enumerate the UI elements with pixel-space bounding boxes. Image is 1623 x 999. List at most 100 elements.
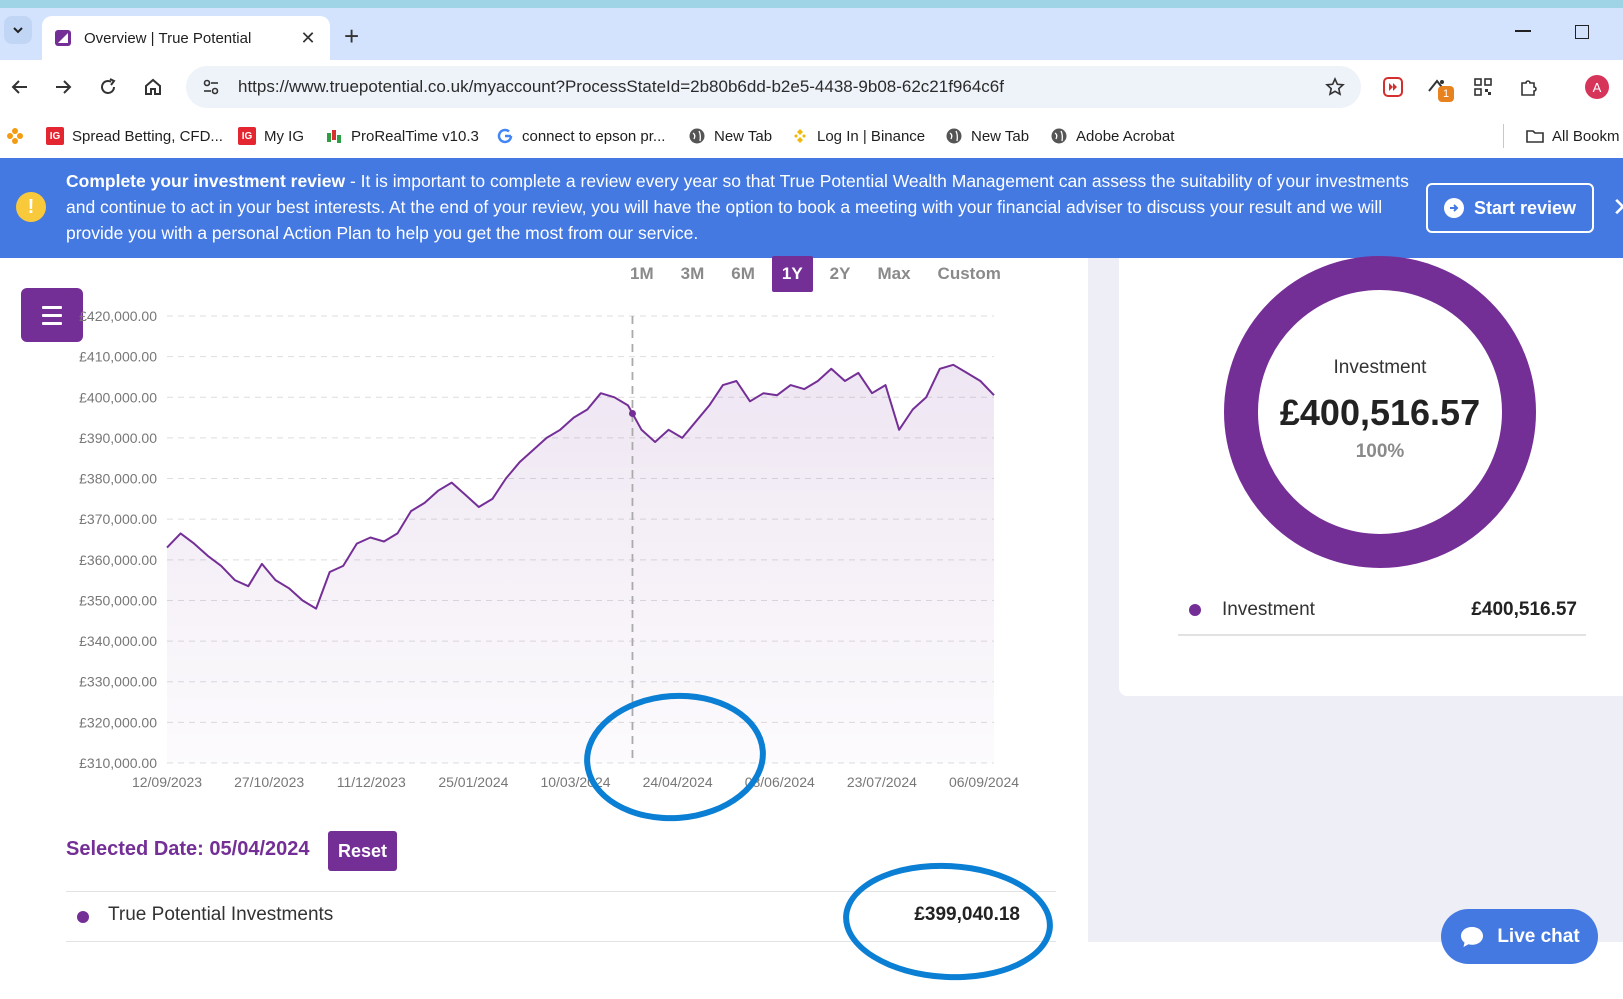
- x-tick-label: 27/10/2023: [234, 774, 304, 790]
- y-tick-label: £380,000.00: [79, 471, 157, 487]
- range-button-3m[interactable]: 3M: [671, 256, 715, 292]
- tab-search-button[interactable]: [4, 16, 32, 44]
- chevron-down-icon: [13, 27, 23, 34]
- portfolio-value-chart[interactable]: £420,000.00 £410,000.00 £400,000.00 £390,00…: [0, 296, 1088, 796]
- tab-bar: Overview | True Potential ✕ +: [0, 8, 1623, 60]
- true-potential-favicon: [55, 30, 71, 46]
- selected-date-label: Selected Date: 05/04/2024: [66, 838, 310, 860]
- y-tick-label: £420,000.00: [79, 308, 157, 324]
- series-name: True Potential Investments: [108, 904, 334, 925]
- flower-icon: [7, 128, 23, 144]
- close-tab-icon[interactable]: ✕: [298, 28, 318, 49]
- bookmark-star-icon[interactable]: [1325, 77, 1345, 97]
- bookmark-label: My IG: [264, 127, 304, 145]
- x-tick-label: 25/01/2024: [438, 774, 508, 790]
- range-button-6m[interactable]: 6M: [721, 256, 765, 292]
- bookmark-new-tab-2[interactable]: New Tab: [945, 125, 1029, 147]
- bookmark-label: Spread Betting, CFD...: [72, 127, 223, 145]
- y-tick-label: £410,000.00: [79, 349, 157, 365]
- warning-icon: !: [16, 192, 46, 222]
- ig-icon: IG: [238, 127, 256, 145]
- live-chat-label: Live chat: [1497, 925, 1580, 947]
- bookmarks-separator: [1503, 124, 1504, 148]
- globe-icon: [946, 128, 962, 144]
- profile-initial: A: [1585, 75, 1609, 99]
- time-range-selector: 1M 3M 6M 1Y 2Y Max Custom: [620, 256, 1018, 292]
- qr-code-icon[interactable]: [1470, 74, 1496, 100]
- legend-value: £400,516.57: [1471, 599, 1577, 620]
- bookmark-spread-betting[interactable]: IG Spread Betting, CFD...: [46, 125, 223, 147]
- donut-label: Investment: [1333, 357, 1427, 378]
- folder-icon: [1526, 130, 1544, 143]
- banner-message: Complete your investment review - It is …: [66, 168, 1416, 246]
- bookmark-prorealtime[interactable]: ProRealTime v10.3: [325, 125, 479, 147]
- reset-button[interactable]: Reset: [328, 831, 397, 871]
- legend-divider: [1178, 634, 1586, 636]
- bookmark-my-ig[interactable]: IG My IG: [238, 125, 304, 147]
- profile-avatar[interactable]: A: [1584, 74, 1610, 100]
- bookmark-adobe-acrobat[interactable]: Adobe Acrobat: [1050, 125, 1174, 147]
- legend-color-dot: [1189, 604, 1201, 616]
- bookmarks-bar: IG Spread Betting, CFD... IG My IG ProRe…: [0, 114, 1623, 158]
- bookmark-apps[interactable]: [6, 125, 32, 147]
- investment-review-banner: ! Complete your investment review - It i…: [0, 158, 1623, 258]
- active-tab[interactable]: Overview | True Potential ✕: [42, 16, 330, 60]
- range-button-1y[interactable]: 1Y: [771, 256, 813, 292]
- minimize-icon[interactable]: [1515, 30, 1531, 32]
- start-review-button[interactable]: Start review: [1426, 183, 1594, 233]
- media-extension-icon[interactable]: [1380, 74, 1406, 100]
- candlestick-icon: [327, 130, 341, 143]
- tab-title: Overview | True Potential: [84, 29, 252, 47]
- url-text: https://www.truepotential.co.uk/myaccoun…: [238, 77, 1004, 96]
- x-tick-label: 06/09/2024: [949, 774, 1019, 790]
- google-icon: [497, 128, 513, 144]
- ig-icon: IG: [46, 127, 64, 145]
- selected-point-marker[interactable]: [628, 410, 636, 418]
- x-tick-label: 23/07/2024: [847, 774, 917, 790]
- y-tick-label: £350,000.00: [79, 592, 157, 608]
- bookmark-new-tab-1[interactable]: New Tab: [688, 125, 772, 147]
- globe-icon: [1051, 128, 1067, 144]
- range-button-max[interactable]: Max: [867, 256, 920, 292]
- address-bar[interactable]: https://www.truepotential.co.uk/myaccoun…: [186, 66, 1361, 108]
- extension-with-badge-icon[interactable]: 1: [1424, 74, 1454, 102]
- new-tab-button[interactable]: +: [344, 22, 359, 50]
- x-tick-label: 11/12/2023: [337, 774, 406, 790]
- bookmark-label: Adobe Acrobat: [1076, 127, 1175, 145]
- y-tick-label: £310,000.00: [79, 755, 157, 771]
- extensions-puzzle-icon[interactable]: [1516, 74, 1542, 100]
- bookmark-label: connect to epson pr...: [522, 127, 666, 145]
- bookmark-epson[interactable]: connect to epson pr...: [496, 125, 665, 147]
- browser-toolbar: https://www.truepotential.co.uk/myaccoun…: [0, 60, 1623, 114]
- binance-icon: [794, 129, 806, 143]
- y-tick-label: £370,000.00: [79, 511, 157, 527]
- all-bookmarks[interactable]: All Bookm: [1526, 125, 1620, 147]
- arrow-right-icon: [1443, 198, 1464, 218]
- series-area: [167, 364, 994, 763]
- donut-value: £400,516.57: [1279, 392, 1481, 433]
- series-color-dot: [77, 911, 89, 923]
- y-tick-label: £360,000.00: [79, 552, 157, 568]
- y-tick-label: £400,000.00: [79, 389, 157, 405]
- home-icon[interactable]: [141, 75, 165, 99]
- range-button-custom[interactable]: Custom: [928, 256, 1011, 292]
- bookmark-binance[interactable]: Log In | Binance: [791, 125, 925, 147]
- reload-icon[interactable]: [96, 75, 120, 99]
- extension-badge: 1: [1438, 86, 1454, 102]
- banner-close-icon[interactable]: ✕: [1612, 192, 1623, 223]
- y-tick-label: £390,000.00: [79, 430, 157, 446]
- x-tick-label: 12/09/2023: [132, 774, 202, 790]
- legend-label: Investment: [1222, 599, 1315, 620]
- range-button-2y[interactable]: 2Y: [820, 256, 861, 292]
- banner-title: Complete your investment review: [66, 171, 346, 191]
- maximize-icon[interactable]: [1575, 25, 1589, 39]
- live-chat-button[interactable]: Live chat: [1441, 909, 1598, 964]
- y-tick-label: £320,000.00: [79, 714, 157, 730]
- bookmark-label: Log In | Binance: [817, 127, 926, 145]
- donut-percent: 100%: [1355, 441, 1405, 462]
- site-settings-icon[interactable]: [202, 78, 220, 96]
- forward-icon[interactable]: [51, 75, 75, 99]
- back-icon[interactable]: [8, 75, 32, 99]
- y-tick-label: £340,000.00: [79, 633, 157, 649]
- range-button-1m[interactable]: 1M: [620, 256, 664, 292]
